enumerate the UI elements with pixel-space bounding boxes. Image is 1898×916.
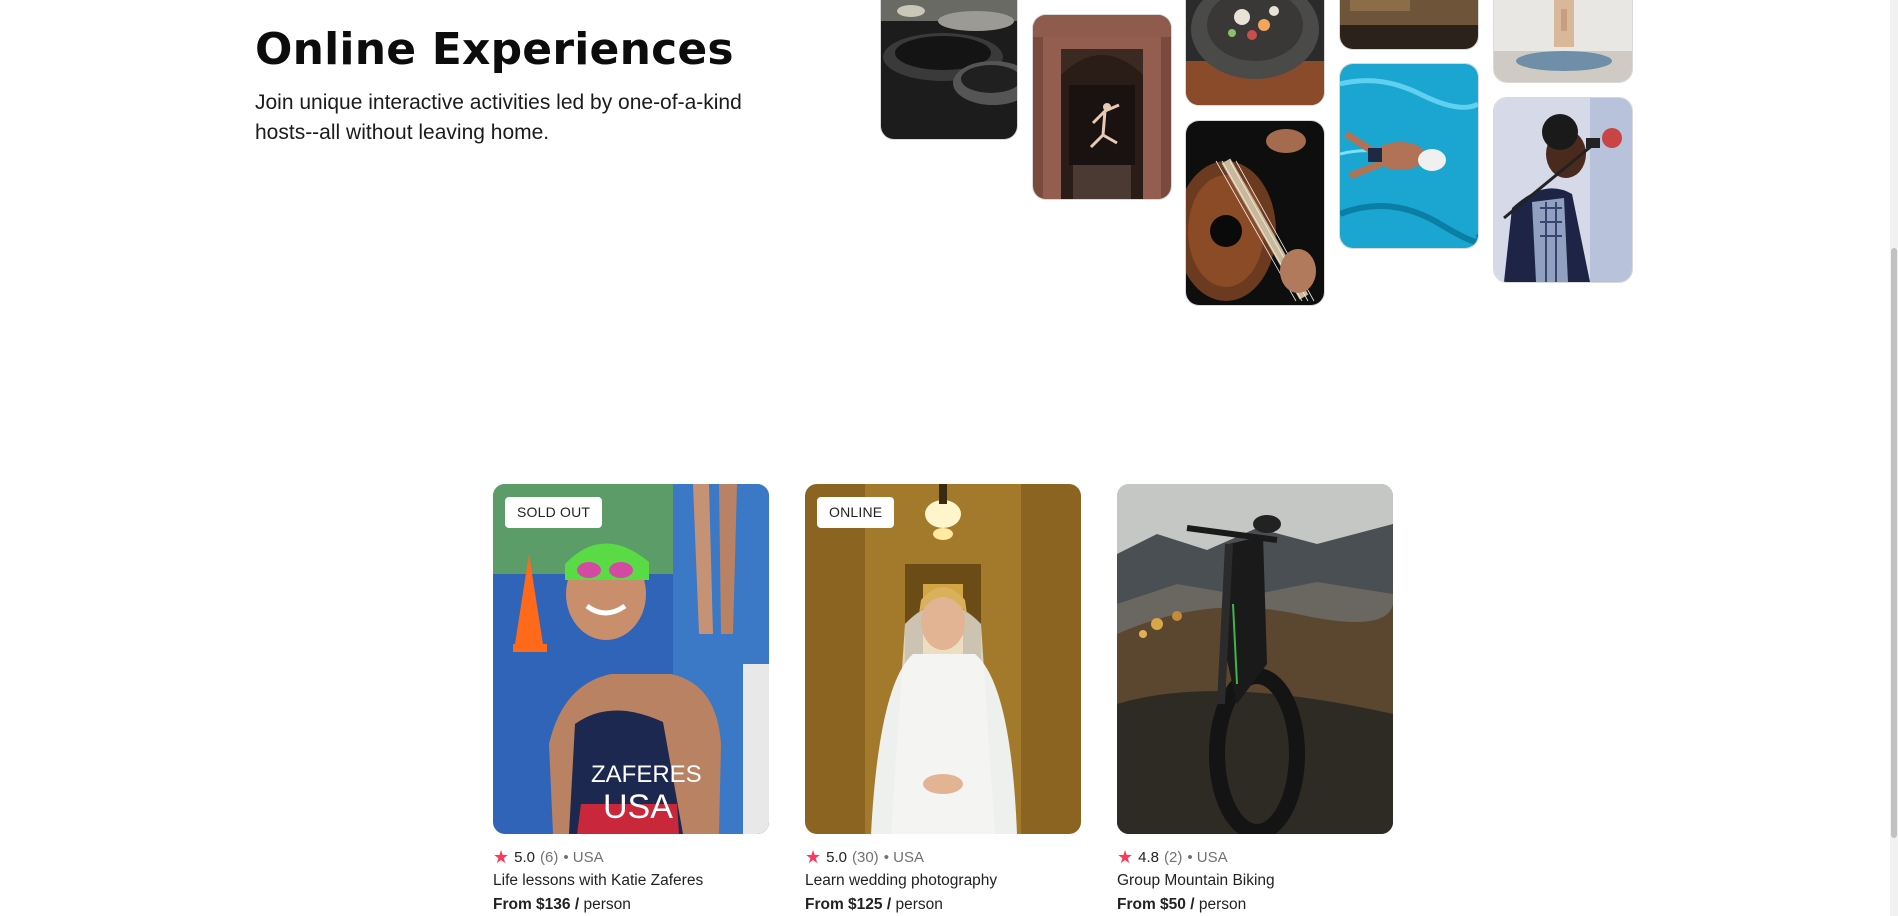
star-icon: ★ — [493, 847, 510, 867]
review-count: (6) — [540, 848, 559, 866]
rating-value: 5.0 — [514, 848, 535, 866]
price-unit: person — [895, 896, 943, 913]
price-amount: From $136 / — [493, 896, 580, 913]
card-title[interactable]: Group Mountain Biking — [1117, 872, 1393, 890]
card-image-mountain-biking[interactable] — [1117, 484, 1393, 834]
svg-text:ZAFERES: ZAFERES — [591, 761, 702, 788]
location: • USA — [1187, 848, 1228, 866]
card-title[interactable]: Life lessons with Katie Zaferes — [493, 872, 769, 890]
guitar-photo — [1185, 120, 1325, 306]
star-icon: ★ — [1117, 847, 1134, 867]
price-amount: From $50 / — [1117, 896, 1195, 913]
rating-value: 4.8 — [1138, 848, 1159, 866]
swimmer-photo — [1339, 63, 1479, 249]
yoga-photo — [1493, 0, 1633, 83]
cooking-pans-photo — [880, 0, 1018, 140]
svg-text:USA: USA — [603, 788, 673, 826]
card-rating-row: ★ 5.0 (6) • USA — [493, 848, 769, 866]
experience-card[interactable]: ★ 4.8 (2) • USA Group Mountain Biking Fr… — [1117, 484, 1393, 914]
sold-out-badge: SOLD OUT — [505, 497, 603, 528]
location: • USA — [563, 848, 604, 866]
review-count: (2) — [1164, 848, 1183, 866]
price-unit: person — [1198, 896, 1247, 913]
card-rating-row: ★ 4.8 (2) • USA — [1117, 848, 1393, 866]
experience-card[interactable]: ONLINE ★ 5.0 (30) • USA Learn wedding ph… — [805, 484, 1081, 914]
review-count: (30) — [852, 848, 879, 866]
card-price: From $125 / person — [805, 896, 1081, 914]
experience-card[interactable]: ZAFERES USA SOLD OUT ★ 5.0 (6) • USA Lif… — [493, 484, 769, 914]
scrollbar-thumb[interactable] — [1891, 248, 1897, 838]
page-scrollbar[interactable] — [1890, 0, 1898, 916]
table-photo — [1339, 0, 1479, 50]
card-image-wedding-photography[interactable]: ONLINE — [805, 484, 1081, 834]
card-price: From $136 / person — [493, 896, 769, 914]
card-rating-row: ★ 5.0 (30) • USA — [805, 848, 1081, 866]
singer-photo — [1493, 97, 1633, 283]
online-badge: ONLINE — [817, 497, 895, 528]
card-price: From $50 / person — [1117, 896, 1393, 914]
card-image-katie-zaferes[interactable]: ZAFERES USA SOLD OUT — [493, 484, 769, 834]
rating-value: 5.0 — [826, 848, 847, 866]
dancer-doorway-photo — [1032, 14, 1172, 200]
location: • USA — [883, 848, 924, 866]
food-bowl-photo — [1185, 0, 1325, 106]
page-subtitle: Join unique interactive activities led b… — [255, 91, 742, 144]
card-title[interactable]: Learn wedding photography — [805, 872, 1081, 890]
price-amount: From $125 / — [805, 896, 892, 913]
price-unit: person — [583, 896, 631, 913]
page-title: Online Experiences — [255, 24, 734, 75]
star-icon: ★ — [805, 847, 822, 867]
